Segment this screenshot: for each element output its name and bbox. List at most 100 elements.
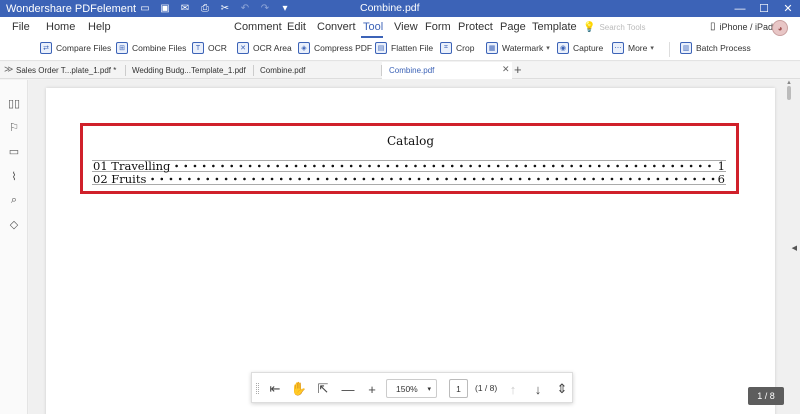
tab-label: Wedding Budg...Template_1.pdf (132, 66, 246, 75)
capture-button[interactable]: ◉ Capture (557, 42, 603, 54)
hand-tool-icon[interactable]: ✋ (291, 381, 307, 397)
page-indicator: 1 / 8 (748, 387, 784, 405)
fit-width-icon[interactable]: ⇕ (554, 381, 570, 397)
menu-view[interactable]: View (394, 21, 418, 33)
tab-close-icon[interactable]: ✕ (502, 64, 510, 75)
comment-icon[interactable]: ▭ (7, 144, 21, 158)
iphone-ipad-link[interactable]: ▯ iPhone / iPad (710, 21, 773, 32)
print-icon[interactable]: ⎙ (198, 2, 212, 15)
active-menu-indicator (361, 36, 383, 38)
new-tab-icon[interactable]: + (514, 62, 522, 77)
menu-form[interactable]: Form (425, 21, 451, 33)
zoom-out-icon[interactable]: — (340, 381, 356, 397)
zoom-value: 150% (396, 383, 418, 394)
window-controls: — ☐ ✕ (728, 0, 800, 17)
compare-files-label: Compare Files (56, 43, 112, 53)
tab-menu-icon[interactable]: ≫ (4, 64, 13, 75)
customize-dropdown-icon[interactable]: ▾ (278, 2, 292, 15)
menu-page[interactable]: Page (500, 21, 526, 33)
title-bar: Wondershare PDFelement ▭ ▣ ✉ ⎙ ✂ ↶ ↷ ▾ C… (0, 0, 800, 17)
menu-home[interactable]: Home (46, 21, 75, 33)
watermark-button[interactable]: ▦ Watermark ▾ (486, 42, 550, 54)
tab-combine-1[interactable]: Combine.pdf (260, 62, 305, 79)
compare-files-button[interactable]: ⇄ Compare Files (40, 42, 111, 54)
email-icon[interactable]: ✉ (178, 2, 192, 15)
menu-tool[interactable]: Tool (363, 21, 383, 33)
combine-files-button[interactable]: ⊞ Combine Files (116, 42, 186, 54)
zoom-select[interactable]: 150% ▾ (386, 379, 437, 398)
combine-files-label: Combine Files (132, 43, 187, 53)
watermark-label: Watermark (502, 43, 544, 53)
fit-page-icon[interactable]: ⇤ (267, 381, 283, 397)
select-tool-icon[interactable]: ⇱ (315, 381, 331, 397)
menu-template[interactable]: Template (532, 21, 577, 33)
scrollbar[interactable] (787, 86, 791, 100)
toc-entry[interactable]: 01 Travelling 1 (92, 159, 726, 173)
tab-sales-order[interactable]: Sales Order T...plate_1.pdf * (16, 62, 116, 79)
more-dropdown-icon: ▾ (650, 45, 654, 52)
attachment-icon[interactable]: ⌇ (7, 169, 21, 183)
ocr-area-button[interactable]: ✕ OCR Area (237, 42, 292, 54)
minimize-button[interactable]: — (728, 0, 752, 17)
compare-files-icon: ⇄ (40, 42, 52, 54)
compress-pdf-button[interactable]: ◈ Compress PDF (298, 42, 372, 54)
ocr-icon: T (192, 42, 204, 54)
tab-wedding-budget[interactable]: Wedding Budg...Template_1.pdf (132, 62, 246, 79)
zoom-in-icon[interactable]: + (364, 381, 380, 397)
batch-process-button[interactable]: ▥ Batch Process (680, 42, 751, 54)
flatten-file-button[interactable]: ▤ Flatten File (375, 42, 433, 54)
menu-file[interactable]: File (12, 21, 30, 33)
search-icon[interactable]: ⌕ (7, 193, 21, 207)
folder-icon[interactable]: ▭ (138, 2, 152, 15)
quick-access-toolbar: ▭ ▣ ✉ ⎙ ✂ ↶ ↷ ▾ (138, 2, 292, 15)
ocr-button[interactable]: T OCR (192, 42, 227, 54)
menu-help[interactable]: Help (88, 21, 111, 33)
drag-handle[interactable] (256, 383, 259, 394)
watermark-icon: ▦ (486, 42, 498, 54)
bookmark-icon[interactable]: ⚐ (7, 120, 21, 134)
crop-button[interactable]: ⌗ Crop (440, 42, 474, 54)
thumbnails-icon[interactable]: ▯▯ (7, 96, 21, 110)
search-tools[interactable]: 💡 Search Tools (583, 22, 646, 33)
combine-files-icon: ⊞ (116, 42, 128, 54)
close-button[interactable]: ✕ (776, 0, 800, 17)
compress-pdf-icon: ◈ (298, 42, 310, 54)
toc-entry[interactable]: 02 Fruits 6 (92, 171, 726, 186)
maximize-button[interactable]: ☐ (752, 0, 776, 17)
watermark-dropdown-icon: ▾ (546, 45, 550, 52)
undo-icon[interactable]: ↶ (238, 2, 252, 15)
tab-divider (253, 65, 254, 76)
menu-convert[interactable]: Convert (317, 21, 356, 33)
avatar[interactable]: ◕ (772, 20, 788, 36)
tab-label: Combine.pdf (260, 66, 306, 75)
left-sidebar: ▯▯ ⚐ ▭ ⌇ ⌕ ◇ (0, 80, 28, 414)
tab-divider (125, 65, 126, 76)
next-page-icon[interactable]: ↓ (530, 381, 546, 397)
toc-leader-dots (148, 172, 716, 185)
page-count: (1 / 8) (475, 383, 498, 393)
more-label: More (628, 43, 648, 53)
save-icon[interactable]: ▣ (158, 2, 172, 15)
phone-icon: ▯ (710, 21, 716, 32)
tab-combine-active[interactable]: Combine.pdf (382, 62, 512, 79)
toc-label: 02 Fruits (93, 171, 147, 186)
compress-pdf-label: Compress PDF (314, 43, 373, 53)
app-name: Wondershare PDFelement (6, 2, 137, 15)
more-button[interactable]: ⋯ More ▾ (612, 42, 654, 54)
layers-icon[interactable]: ◇ (7, 217, 21, 231)
menu-edit[interactable]: Edit (287, 21, 306, 33)
menu-protect[interactable]: Protect (458, 21, 493, 33)
menu-comment[interactable]: Comment (234, 21, 282, 33)
expand-right-panel-icon[interactable]: ◀ (792, 244, 797, 252)
previous-page-icon[interactable]: ↑ (505, 381, 521, 397)
toc-page-number: 6 (717, 171, 725, 186)
batch-process-label: Batch Process (696, 43, 751, 53)
redo-icon[interactable]: ↷ (258, 2, 272, 15)
menu-bar: File Home Help Comment Edit Convert Tool… (0, 17, 800, 39)
capture-label: Capture (573, 43, 604, 53)
ocr-label: OCR (208, 43, 227, 53)
cut-icon[interactable]: ✂ (218, 2, 232, 15)
toolbar-divider (669, 42, 670, 57)
catalog-title: Catalog (387, 134, 435, 148)
page-number-input[interactable]: 1 (449, 379, 468, 398)
